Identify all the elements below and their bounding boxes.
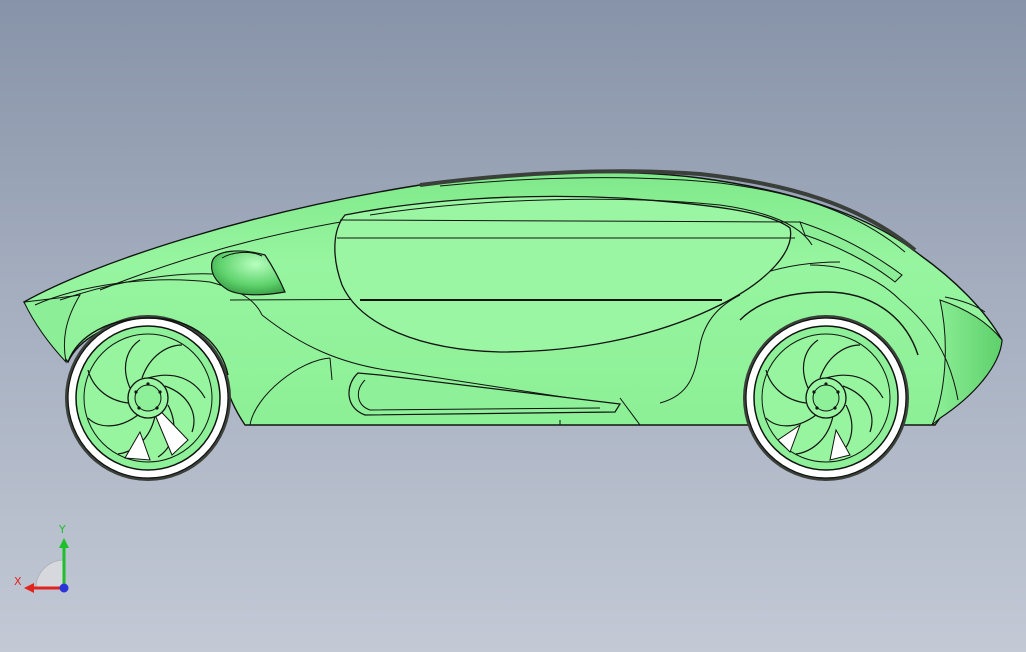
axis-triad[interactable]: Y X [10, 524, 80, 600]
car-model[interactable] [0, 0, 1026, 652]
front-wheel[interactable] [743, 315, 909, 481]
rear-wheel[interactable] [65, 315, 231, 481]
triad-graphic [24, 538, 69, 593]
y-axis-label: Y [59, 523, 66, 536]
z-axis-dot [59, 583, 69, 593]
x-axis-label: X [14, 575, 22, 588]
graphics-viewport[interactable]: Y X [0, 0, 1026, 652]
